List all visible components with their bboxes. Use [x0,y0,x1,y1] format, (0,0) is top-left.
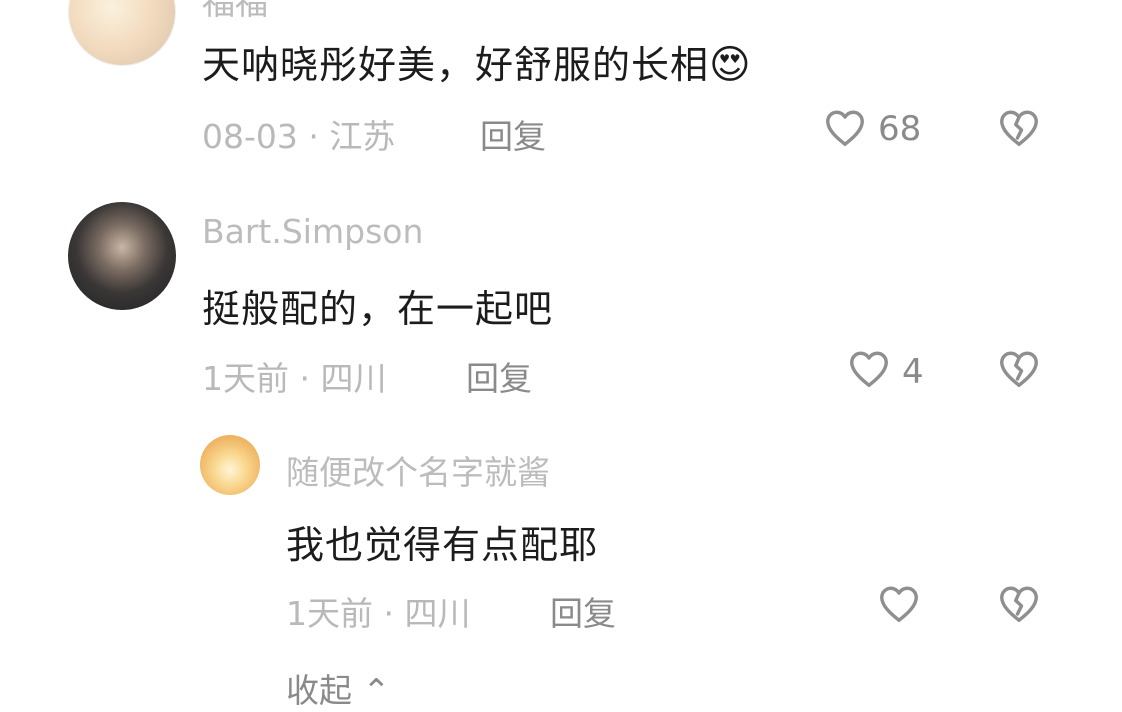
comment-date-location: 08-03 · 江苏 [202,117,396,156]
avatar[interactable] [68,202,176,310]
comment-username[interactable]: 随便改个名字就酱 [286,446,550,494]
broken-heart-icon[interactable] [996,105,1042,151]
comment-username[interactable]: Bart.Simpson [202,212,423,251]
heart-outline-icon[interactable] [846,346,892,392]
like-count: 68 [878,109,922,149]
comment-text-content: 天呐晓彤好美，好舒服的长相 [202,43,710,87]
heart-outline-icon[interactable] [876,581,922,627]
comment-text: 挺般配的，在一起吧 [202,287,554,331]
reply-button[interactable]: 回复 [550,587,616,635]
reply-button[interactable]: 回复 [466,352,532,400]
heart-outline-icon[interactable] [822,105,868,151]
broken-heart-icon[interactable] [996,346,1042,392]
comment-date-location: 1天前 · 四川 [202,359,387,398]
avatar[interactable] [200,435,260,495]
smiling-heart-eyes-emoji: 😍 [709,42,752,88]
comment-username[interactable]: 福福 [202,0,268,24]
comment-text: 我也觉得有点配耶 [286,523,599,567]
collapse-replies-button[interactable]: 收起 ⌃ [286,664,390,712]
avatar[interactable] [68,0,176,66]
reply-button[interactable]: 回复 [480,110,546,158]
broken-heart-icon[interactable] [996,581,1042,627]
comment-date-location: 1天前 · 四川 [286,594,471,633]
comment-text: 天呐晓彤好美，好舒服的长相😍 [202,34,752,89]
like-count: 4 [902,352,924,392]
